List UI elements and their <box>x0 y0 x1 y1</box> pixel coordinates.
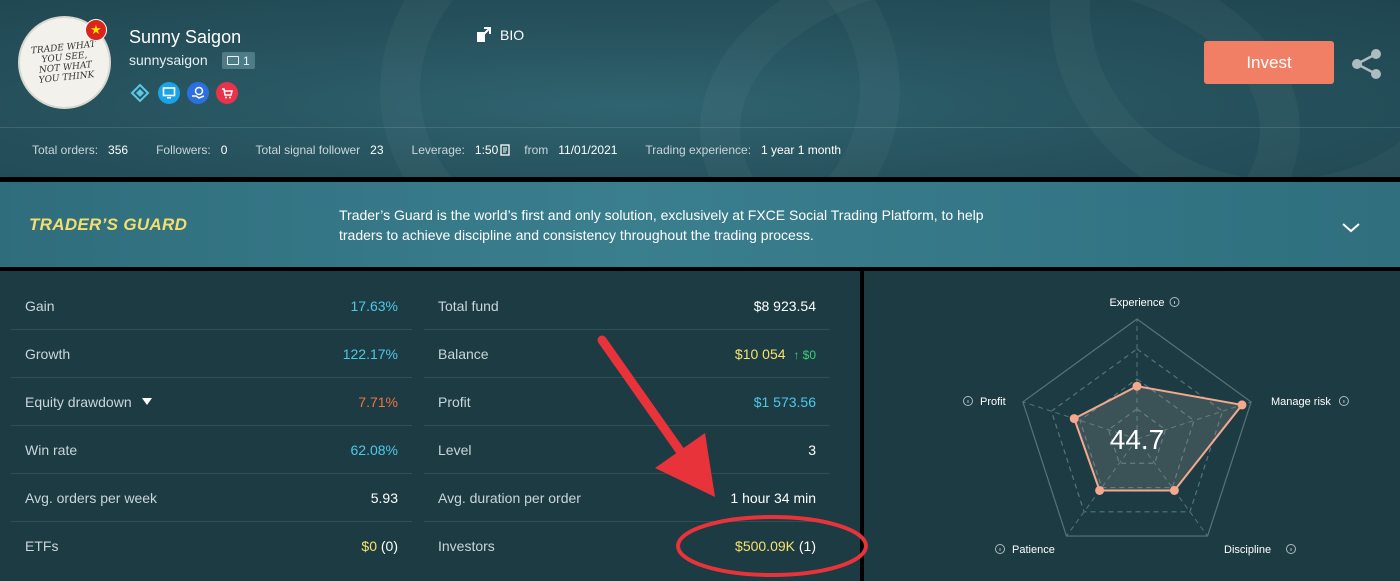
trading-stats-panel: Gain 17.63% Growth 122.17% Equity drawdo… <box>0 271 860 581</box>
stat-trading-experience: Trading experience: 1 year 1 month <box>645 143 842 157</box>
trader-name: Sunny Saigon <box>129 27 242 47</box>
avatar-text: TRADE WHAT YOU SEE, NOT WHAT YOU THINK <box>30 39 96 86</box>
stat-row-total-fund: Total fund $8 923.54 <box>424 282 830 330</box>
coin-hand-badge-icon[interactable] <box>187 82 209 104</box>
monitor-badge-icon[interactable] <box>158 82 180 104</box>
trader-username: sunnysaigon <box>129 52 208 68</box>
equity-drawdown-label: Equity drawdown <box>25 393 132 410</box>
stat-leverage: Leverage: 1:50 <box>412 143 511 157</box>
radar-score: 44.7 <box>1110 424 1165 455</box>
radar-point <box>1169 485 1179 495</box>
stat-row-equity-drawdown[interactable]: Equity drawdown 7.71% <box>11 378 412 426</box>
traders-guard-text: Trader’s Guard is the world’s first and … <box>339 207 984 243</box>
radar-point <box>1237 400 1247 410</box>
profile-stats: Total orders: 356 Followers: 0 Total signa… <box>32 143 869 157</box>
profile-header: TRADE WHAT YOU SEE, NOT WHAT YOU THINK ★… <box>0 0 1400 177</box>
radar-point <box>1132 381 1142 391</box>
chevron-down-icon[interactable] <box>1341 218 1361 238</box>
traders-guard-banner[interactable]: TRADER’S GUARD Trader’s Guard is the wor… <box>0 182 1400 267</box>
radar-point <box>1095 485 1105 495</box>
invest-button[interactable]: Invest <box>1204 41 1334 84</box>
stat-total-orders: Total orders: 356 <box>32 143 129 157</box>
radar-axis-label: Patience <box>1012 544 1055 556</box>
stat-row-investors[interactable]: Investors $500.09K (1) <box>424 522 830 570</box>
radar-axis-label: Profit <box>980 396 1006 408</box>
stat-row-level: Level 3 <box>424 426 830 474</box>
radar-axis-label: Experience <box>1109 297 1164 309</box>
stat-row-gain: Gain 17.63% <box>11 282 412 330</box>
stats-column-left: Gain 17.63% Growth 122.17% Equity drawdo… <box>11 282 412 570</box>
id-card-icon <box>227 56 239 65</box>
radar-chart: 44.7 Experience Manage risk Discipline Patie… <box>963 297 1349 556</box>
document-icon[interactable] <box>500 144 510 156</box>
share-icon[interactable] <box>1350 47 1384 86</box>
stat-row-balance: Balance $10 054 ↑ $0 <box>424 330 830 378</box>
stat-from-date: from 11/01/2021 <box>524 143 618 157</box>
stat-row-growth: Growth 122.17% <box>11 330 412 378</box>
stat-row-avg-orders-week: Avg. orders per week 5.93 <box>11 474 412 522</box>
bio-icon <box>477 27 491 42</box>
stat-row-avg-duration: Avg. duration per order 1 hour 34 min <box>424 474 830 522</box>
stat-row-profit: Profit $1 573.56 <box>424 378 830 426</box>
stat-signal-followers: Total signal follower 23 <box>255 143 384 157</box>
stat-followers: Followers: 0 <box>156 143 228 157</box>
balance-change: ↑ $0 <box>793 347 816 362</box>
stat-row-win-rate: Win rate 62.08% <box>11 426 412 474</box>
radar-panel: 44.7 Experience Manage risk Discipline Patie… <box>864 271 1400 581</box>
bio-label: BIO <box>500 27 525 43</box>
stats-column-right: Total fund $8 923.54 Balance $10 054 ↑ $… <box>424 282 830 570</box>
diamond-badge-icon[interactable] <box>129 82 151 104</box>
traders-guard-title: TRADER’S GUARD <box>29 215 188 234</box>
bio-link[interactable]: BIO <box>475 26 524 44</box>
badge-list <box>129 82 238 104</box>
id-badge[interactable]: 1 <box>222 52 255 69</box>
radar-axis-label: Manage risk <box>1271 396 1331 408</box>
stat-row-etfs: ETFs $0 (0) <box>25 538 398 554</box>
radar-point <box>1069 414 1079 424</box>
vietnam-flag-icon: ★ <box>85 19 107 41</box>
header-divider <box>0 127 1400 128</box>
cart-badge-icon[interactable] <box>216 82 238 104</box>
radar-axis-label: Discipline <box>1224 544 1271 556</box>
id-badge-count: 1 <box>243 53 250 68</box>
caret-down-icon[interactable] <box>141 397 152 406</box>
